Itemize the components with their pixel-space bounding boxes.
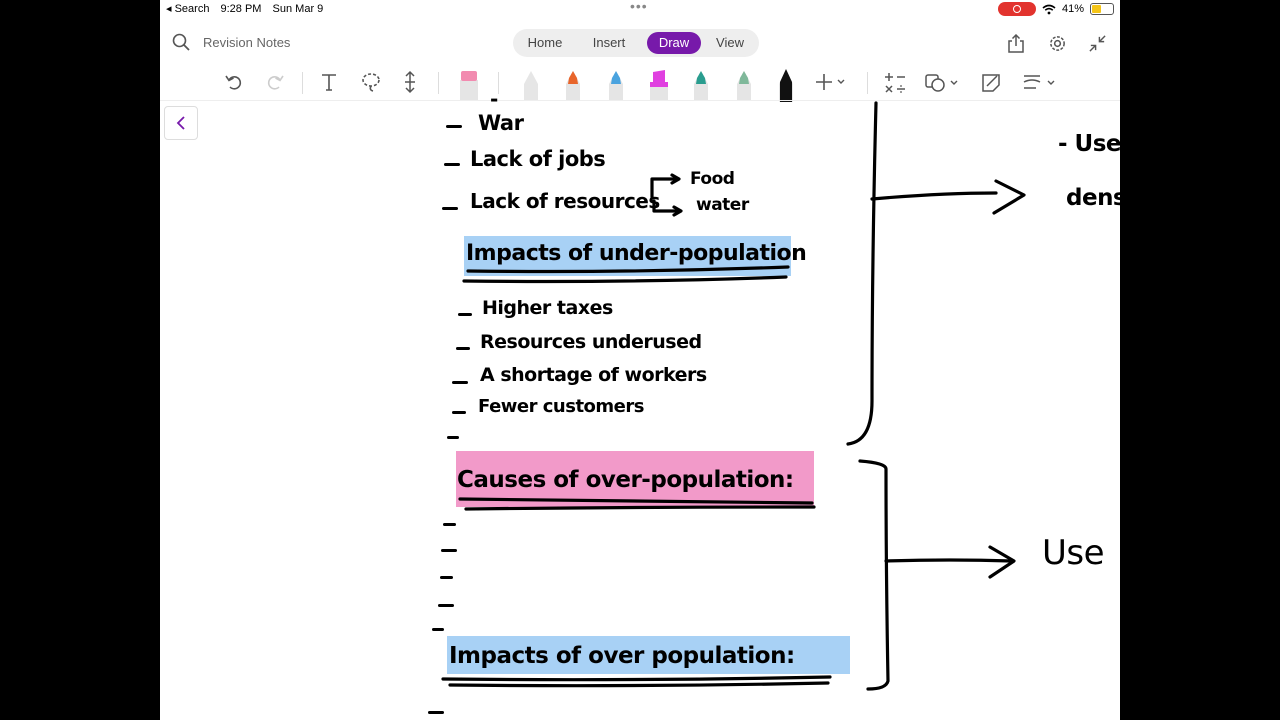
tab-home[interactable]: Home bbox=[519, 32, 571, 54]
back-to-search-link[interactable]: ◂ Search bbox=[166, 3, 209, 15]
toolbar-divider bbox=[867, 72, 868, 94]
notebook-canvas[interactable]: - War Lack of jobs Lack of resources Foo… bbox=[160, 87, 1120, 720]
status-date: Sun Mar 9 bbox=[272, 3, 324, 15]
tab-insert[interactable]: Insert bbox=[583, 32, 635, 54]
wifi-icon bbox=[1042, 4, 1056, 14]
app-header: Revision Notes Home Insert Draw View bbox=[160, 22, 1120, 62]
search-icon[interactable] bbox=[172, 33, 190, 51]
status-bar: ◂ Search 9:28 PM Sun Mar 9 ••• 41% bbox=[160, 0, 1120, 18]
highlighter-magenta-icon[interactable] bbox=[647, 68, 671, 100]
ink-to-shape-icon[interactable] bbox=[980, 72, 1002, 94]
ink-to-text-icon[interactable] bbox=[1022, 72, 1058, 94]
battery-percent: 41% bbox=[1061, 3, 1084, 15]
eraser-icon[interactable] bbox=[458, 68, 480, 100]
shapes-icon[interactable] bbox=[925, 72, 961, 94]
tab-draw[interactable]: Draw bbox=[647, 32, 701, 54]
multitasking-dots-icon[interactable]: ••• bbox=[630, 0, 648, 14]
math-icon[interactable] bbox=[884, 72, 906, 94]
share-icon[interactable] bbox=[1007, 34, 1025, 54]
undo-icon[interactable] bbox=[224, 72, 244, 92]
ink-strokes bbox=[441, 101, 1026, 691]
collapse-icon[interactable] bbox=[1088, 34, 1107, 53]
battery-level bbox=[1092, 5, 1102, 13]
pen-black-icon[interactable] bbox=[775, 68, 797, 102]
pen-blue-icon[interactable] bbox=[605, 68, 627, 100]
add-pen-icon[interactable] bbox=[816, 73, 846, 91]
screen-recording-icon[interactable] bbox=[997, 2, 1036, 16]
lasso-select-icon[interactable] bbox=[360, 71, 382, 93]
tab-view[interactable]: View bbox=[705, 32, 755, 54]
pen-green-icon[interactable] bbox=[733, 68, 755, 100]
pen-orange-icon[interactable] bbox=[562, 68, 584, 100]
insert-space-icon[interactable] bbox=[403, 70, 417, 94]
text-tool-icon[interactable] bbox=[320, 72, 338, 92]
ribbon-tabs: Home Insert Draw View bbox=[513, 29, 759, 57]
toolbar-divider bbox=[302, 72, 303, 94]
pen-white-icon[interactable] bbox=[520, 68, 542, 100]
settings-gear-icon[interactable] bbox=[1048, 34, 1067, 53]
toolbar-divider bbox=[498, 72, 499, 94]
page-title[interactable]: Revision Notes bbox=[203, 35, 290, 50]
draw-toolbar bbox=[160, 64, 1120, 102]
battery-icon bbox=[1090, 3, 1114, 15]
status-time: 9:28 PM bbox=[220, 3, 262, 15]
ipad-screen: ◂ Search 9:28 PM Sun Mar 9 ••• 41% Revis… bbox=[160, 0, 1120, 720]
redo-icon[interactable] bbox=[265, 72, 285, 92]
pen-teal-icon[interactable] bbox=[690, 68, 712, 100]
toolbar-divider bbox=[438, 72, 439, 94]
